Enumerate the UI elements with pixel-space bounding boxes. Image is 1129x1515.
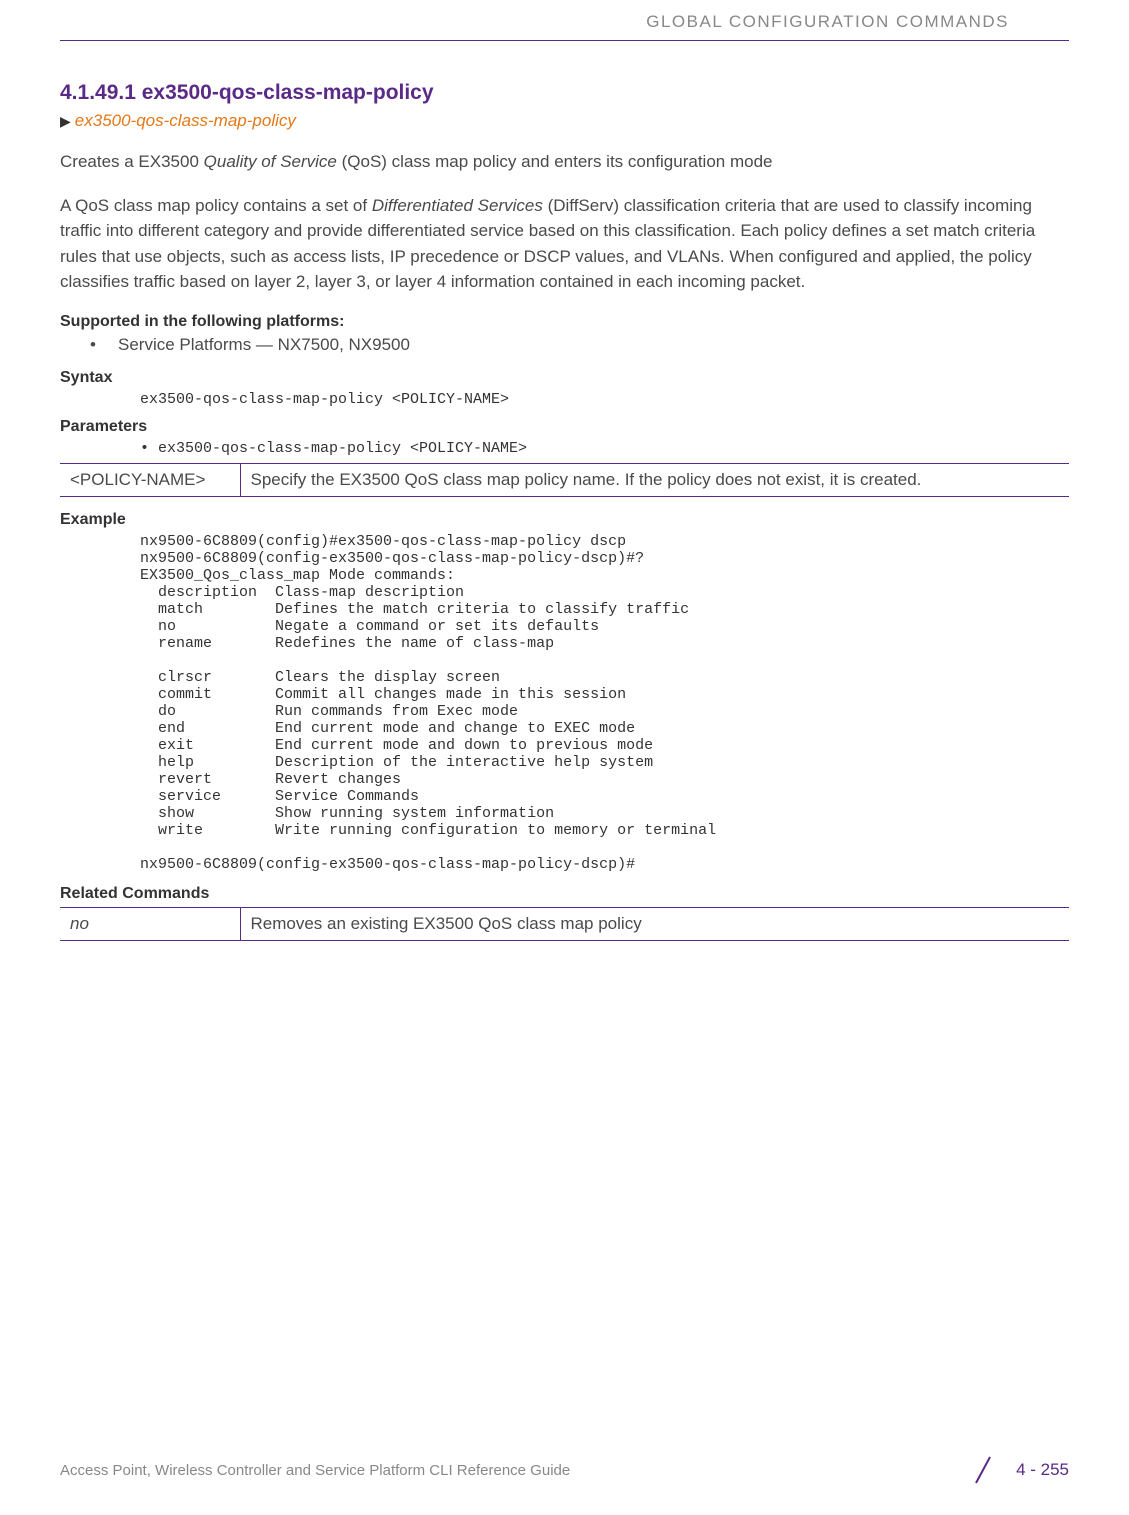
platforms-heading: Supported in the following platforms: [60, 313, 1069, 331]
intro-pre: Creates a EX3500 [60, 152, 204, 171]
section-heading: 4.1.49.1 ex3500-qos-class-map-policy [60, 81, 1069, 105]
section-number: 4.1.49.1 [60, 81, 136, 104]
example-heading: Example [60, 511, 1069, 529]
desc-italic: Differentiated Services [372, 196, 543, 215]
table-row: no Removes an existing EX3500 QoS class … [60, 907, 1069, 940]
table-row: <POLICY-NAME> Specify the EX3500 QoS cla… [60, 463, 1069, 496]
intro-text: Creates a EX3500 Quality of Service (QoS… [60, 149, 1069, 175]
arrow-icon: ▶ [60, 113, 71, 129]
param-name-cell: <POLICY-NAME> [60, 463, 240, 496]
breadcrumb[interactable]: ▶ex3500-qos-class-map-policy [60, 111, 1069, 131]
footer-left-text: Access Point, Wireless Controller and Se… [60, 1462, 570, 1479]
example-block: nx9500-6C8809(config)#ex3500-qos-class-m… [140, 533, 1069, 873]
parameters-table: <POLICY-NAME> Specify the EX3500 QoS cla… [60, 463, 1069, 497]
desc-pre: A QoS class map policy contains a set of [60, 196, 372, 215]
param-desc-cell: Specify the EX3500 QoS class map policy … [240, 463, 1069, 496]
intro-post: (QoS) class map policy and enters its co… [337, 152, 773, 171]
description-text: A QoS class map policy contains a set of… [60, 193, 1069, 295]
parameters-heading: Parameters [60, 418, 1069, 436]
syntax-heading: Syntax [60, 369, 1069, 387]
syntax-line: ex3500-qos-class-map-policy <POLICY-NAME… [140, 391, 1069, 408]
platforms-list: Service Platforms — NX7500, NX9500 [90, 335, 1069, 355]
breadcrumb-text: ex3500-qos-class-map-policy [75, 111, 296, 130]
related-table: no Removes an existing EX3500 QoS class … [60, 907, 1069, 941]
platform-item: Service Platforms — NX7500, NX9500 [90, 335, 1069, 355]
footer-right: 4 - 255 [968, 1455, 1069, 1485]
slash-icon [968, 1455, 998, 1485]
section-title: ex3500-qos-class-map-policy [142, 81, 434, 104]
page-number: 4 - 255 [1016, 1460, 1069, 1480]
page-header: GLOBAL CONFIGURATION COMMANDS [60, 0, 1069, 41]
related-desc-cell: Removes an existing EX3500 QoS class map… [240, 907, 1069, 940]
page-footer: Access Point, Wireless Controller and Se… [60, 1455, 1069, 1485]
related-heading: Related Commands [60, 885, 1069, 903]
intro-italic: Quality of Service [204, 152, 337, 171]
content-area: 4.1.49.1 ex3500-qos-class-map-policy ▶ex… [0, 81, 1129, 941]
related-cmd-cell[interactable]: no [60, 907, 240, 940]
parameter-bullet: • ex3500-qos-class-map-policy <POLICY-NA… [140, 440, 1069, 457]
